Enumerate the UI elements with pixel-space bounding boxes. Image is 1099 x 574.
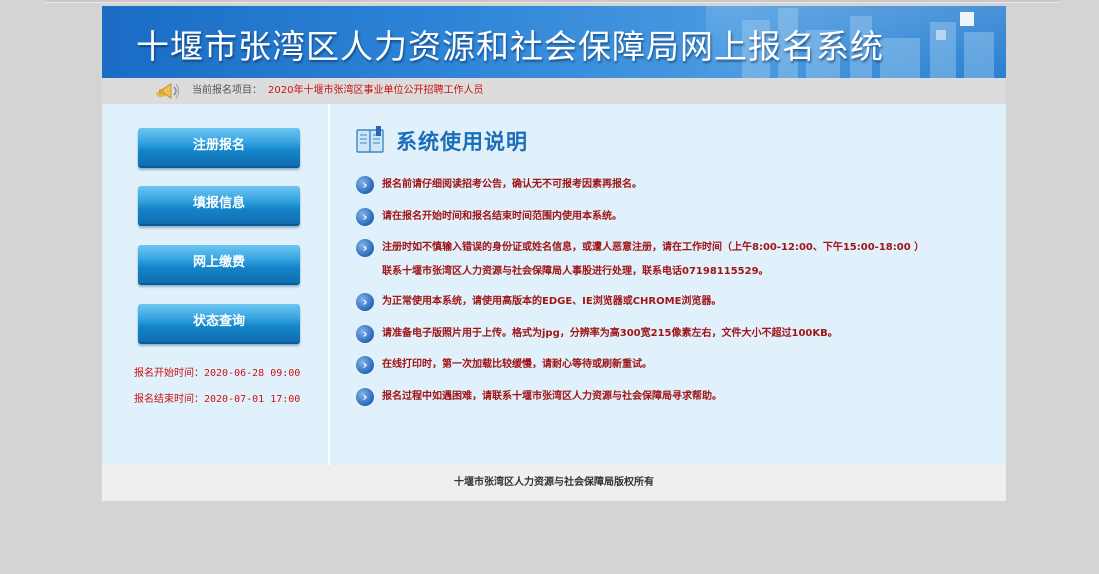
instruction-text: 为正常使用本系统，请使用高版本的EDGE、IE浏览器或CHROME浏览器。	[382, 296, 722, 307]
speaker-icon	[156, 83, 180, 99]
page-container: 十堰市张湾区人力资源和社会保障局网上报名系统 当前报名项目： 2020年十堰市张…	[102, 6, 1006, 501]
instructions-panel: 系统使用说明 › 报名前请仔细阅读招考公告，确认无不可报考因素再报名。 › 请在…	[330, 104, 1006, 465]
current-project-bar: 当前报名项目： 2020年十堰市张湾区事业单位公开招聘工作人员	[102, 78, 1006, 104]
instruction-text: 请准备电子版照片用于上传。格式为jpg，分辨率为高300宽215像素左右，文件大…	[382, 328, 838, 339]
chevron-right-icon: ›	[356, 325, 374, 343]
current-project-name[interactable]: 2020年十堰市张湾区事业单位公开招聘工作人员	[268, 78, 483, 104]
instruction-text: 注册时如不慎输入错误的身份证或姓名信息，或遭人恶意注册，请在工作时间（上午8:0…	[382, 242, 920, 277]
chevron-right-icon: ›	[356, 176, 374, 194]
fill-info-button[interactable]: 填报信息	[138, 186, 300, 226]
chevron-right-icon: ›	[356, 208, 374, 226]
register-button[interactable]: 注册报名	[138, 128, 300, 168]
chevron-right-icon: ›	[356, 293, 374, 311]
site-title: 十堰市张湾区人力资源和社会保障局网上报名系统	[136, 27, 884, 66]
banner-decor-square	[960, 12, 974, 26]
chevron-right-icon: ›	[356, 239, 374, 257]
current-project-label: 当前报名项目：	[192, 85, 262, 96]
instruction-text: 请在报名开始时间和报名结束时间范围内使用本系统。	[382, 211, 622, 222]
status-query-button[interactable]: 状态查询	[138, 304, 300, 344]
online-payment-button[interactable]: 网上缴费	[138, 245, 300, 285]
banner-building	[880, 38, 920, 78]
instruction-text: 报名前请仔细阅读招考公告，确认无不可报考因素再报名。	[382, 179, 642, 190]
main-area: 注册报名 填报信息 网上缴费 状态查询 报名开始时间：2020-06-28 09…	[102, 104, 1006, 465]
sidebar: 注册报名 填报信息 网上缴费 状态查询 报名开始时间：2020-06-28 09…	[102, 104, 328, 465]
registration-start-time: 报名开始时间：2020-06-28 09:00	[134, 368, 301, 379]
instruction-text: 在线打印时，第一次加载比较缓慢，请耐心等待或刷新重试。	[382, 359, 652, 370]
instruction-text: 报名过程中如遇困难，请联系十堰市张湾区人力资源与社会保障局寻求帮助。	[382, 391, 722, 402]
chevron-right-icon: ›	[356, 388, 374, 406]
chevron-right-icon: ›	[356, 356, 374, 374]
footer-copyright: 十堰市张湾区人力资源与社会保障局版权所有	[102, 465, 1006, 501]
registration-end-time: 报名结束时间：2020-07-01 17:00	[134, 394, 301, 405]
banner-building	[964, 32, 994, 78]
header-banner: 十堰市张湾区人力资源和社会保障局网上报名系统	[102, 6, 1006, 78]
instructions-title: 系统使用说明	[396, 130, 528, 154]
banner-decor-square	[936, 30, 946, 40]
book-icon	[356, 126, 384, 153]
top-scrollbar-line	[46, 0, 1060, 3]
